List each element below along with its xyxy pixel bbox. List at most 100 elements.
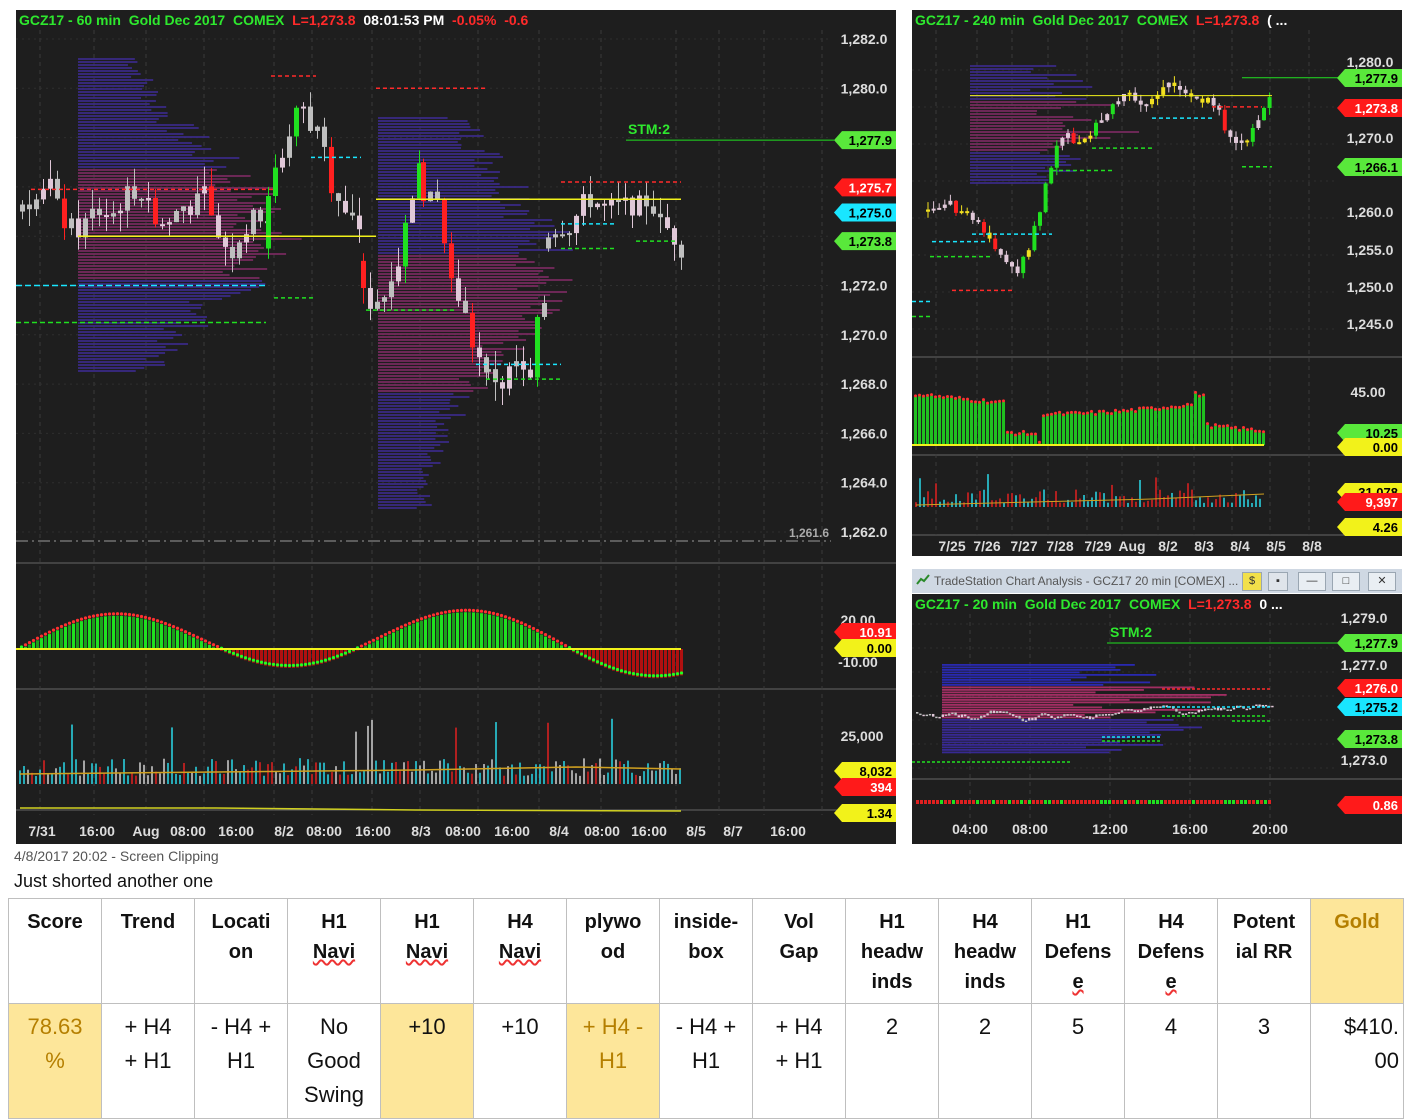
oscillator-tag: 0.86	[1373, 798, 1398, 813]
oscillator-dot	[1010, 431, 1013, 435]
price-axis-label: 1,280.0	[841, 80, 888, 96]
candle-body	[1060, 716, 1063, 718]
price-tag: 1,275.2	[1355, 700, 1398, 715]
volume-profile-bar	[378, 414, 466, 416]
candle-body	[1204, 708, 1207, 711]
candle-body	[1026, 250, 1031, 257]
oscillator-dot	[63, 623, 68, 627]
oscillator-dot	[1154, 407, 1157, 411]
candle-body	[1178, 86, 1182, 90]
candle-body	[139, 198, 144, 201]
candle-body	[1117, 712, 1120, 714]
score-table-value-cell: 2	[845, 1003, 939, 1119]
score-table-value-cell: 4	[1124, 1003, 1218, 1119]
score-table-value-cell: - H4 + H1	[194, 1003, 288, 1119]
oscillator-bar	[1116, 800, 1119, 804]
oscillator-bar	[936, 800, 939, 804]
volume-profile-bar	[78, 205, 253, 207]
oscillator-dot	[499, 613, 504, 618]
volume-profile-bar	[78, 259, 254, 261]
oscillator-bar	[164, 625, 167, 650]
oscillator-dot	[367, 640, 372, 644]
oscillator-dot	[291, 663, 296, 667]
score-table-header-text: on	[228, 941, 254, 963]
chart-60min[interactable]: STM:2 1,261.6 1,282.0 1,280.0 1,272.0 1,270.0…	[16, 10, 896, 844]
score-table-header-text: Defens	[1137, 941, 1205, 963]
oscillator-bar	[1190, 405, 1193, 445]
volume-profile-bar	[378, 204, 521, 206]
minimize-button[interactable]: —	[1298, 572, 1326, 591]
score-table-header-text: Gold	[1334, 911, 1380, 933]
volume-profile-bar	[378, 483, 428, 485]
oscillator-bar	[1152, 800, 1155, 804]
candle-body	[1108, 714, 1111, 716]
volume-profile-bar	[378, 180, 494, 182]
candle-body	[1149, 706, 1152, 710]
candle-body	[1056, 716, 1060, 719]
oscillator-bar	[942, 398, 945, 445]
oscillator-dot	[467, 608, 472, 612]
chart-60min-chg: -0.6	[504, 12, 529, 28]
settings-icon[interactable]: ▪	[1268, 572, 1288, 591]
oscillator-bar	[384, 636, 387, 650]
oscillator-dot	[247, 657, 252, 661]
volume-profile-bar	[942, 681, 1151, 684]
dollar-button[interactable]: $	[1242, 572, 1262, 591]
time-axis-label: 08:00	[584, 823, 620, 839]
oscillator-bar	[1074, 413, 1077, 445]
oscillator-bar	[640, 649, 643, 678]
oscillator-bar	[1012, 800, 1015, 804]
oscillator-dot	[199, 637, 204, 641]
volume-profile-bar	[942, 751, 1110, 754]
candle-body	[1267, 97, 1272, 108]
oscillator-dot	[1194, 390, 1197, 394]
chart-60min-canvas[interactable]: STM:2 1,261.6 1,282.0 1,280.0 1,272.0 1,270.0…	[16, 10, 896, 844]
oscillator-bar	[1242, 428, 1245, 445]
close-button[interactable]: ✕	[1368, 572, 1396, 591]
volume-profile-bar	[942, 724, 1179, 726]
oscillator-bar	[1078, 413, 1081, 445]
candle-body	[1250, 127, 1255, 142]
candle-body	[486, 369, 491, 372]
candle-body	[76, 218, 81, 238]
candle-body	[403, 222, 408, 267]
oscillator-dot	[1190, 403, 1193, 407]
maximize-button[interactable]: □	[1332, 572, 1360, 591]
chart-20min-canvas[interactable]: STM:2 1,279.0 1,277.0 1,273.0 1,277.9 1,276.0…	[912, 594, 1402, 844]
tradestation-window-titlebar[interactable]: TradeStation Chart Analysis - GCZ17 20 m…	[912, 569, 1402, 593]
volume-profile-bar	[942, 701, 1211, 704]
chart-240min[interactable]: 1,280.0 1,270.0 1,260.0 1,255.0 1,250.0 1,245…	[912, 10, 1402, 556]
oscillator-bar	[1234, 428, 1237, 445]
volume-profile-bar	[78, 133, 184, 135]
oscillator-bar	[1092, 800, 1095, 804]
oscillator-bar	[1086, 413, 1089, 445]
candle-body	[651, 206, 656, 214]
score-table-header-text: ial RR	[1235, 941, 1293, 963]
volume-profile-bar	[78, 361, 165, 363]
oscillator-dot	[99, 613, 104, 617]
oscillator-dot	[203, 639, 208, 643]
volume-profile-bar	[378, 303, 547, 305]
oscillator-dot	[395, 627, 400, 631]
oscillator-bar	[976, 800, 979, 804]
candle-body	[1248, 708, 1252, 710]
oscillator-bar	[920, 800, 923, 804]
oscillator-dot	[283, 663, 288, 668]
oscillator-bar	[424, 619, 427, 650]
oscillator-bar	[1256, 800, 1259, 804]
chart-20min[interactable]: STM:2 1,279.0 1,277.0 1,273.0 1,277.9 1,276.0…	[912, 594, 1402, 844]
oscillator-bar	[128, 616, 131, 650]
volume-profile-bar	[378, 267, 555, 269]
volume-profile-bar	[378, 438, 436, 440]
candle-body	[153, 198, 158, 225]
candle-body	[350, 212, 355, 216]
candle-body	[967, 716, 970, 719]
oscillator-dot	[339, 653, 344, 657]
oscillator-dot	[647, 673, 652, 678]
candle-body	[83, 218, 88, 238]
oscillator-bar	[1170, 407, 1173, 445]
oscillator-bar	[1096, 800, 1099, 804]
chart-240min-canvas[interactable]: 1,280.0 1,270.0 1,260.0 1,255.0 1,250.0 1,245…	[912, 10, 1402, 556]
chart-60min-exchange: COMEX	[232, 12, 285, 28]
oscillator-dot	[295, 663, 300, 667]
